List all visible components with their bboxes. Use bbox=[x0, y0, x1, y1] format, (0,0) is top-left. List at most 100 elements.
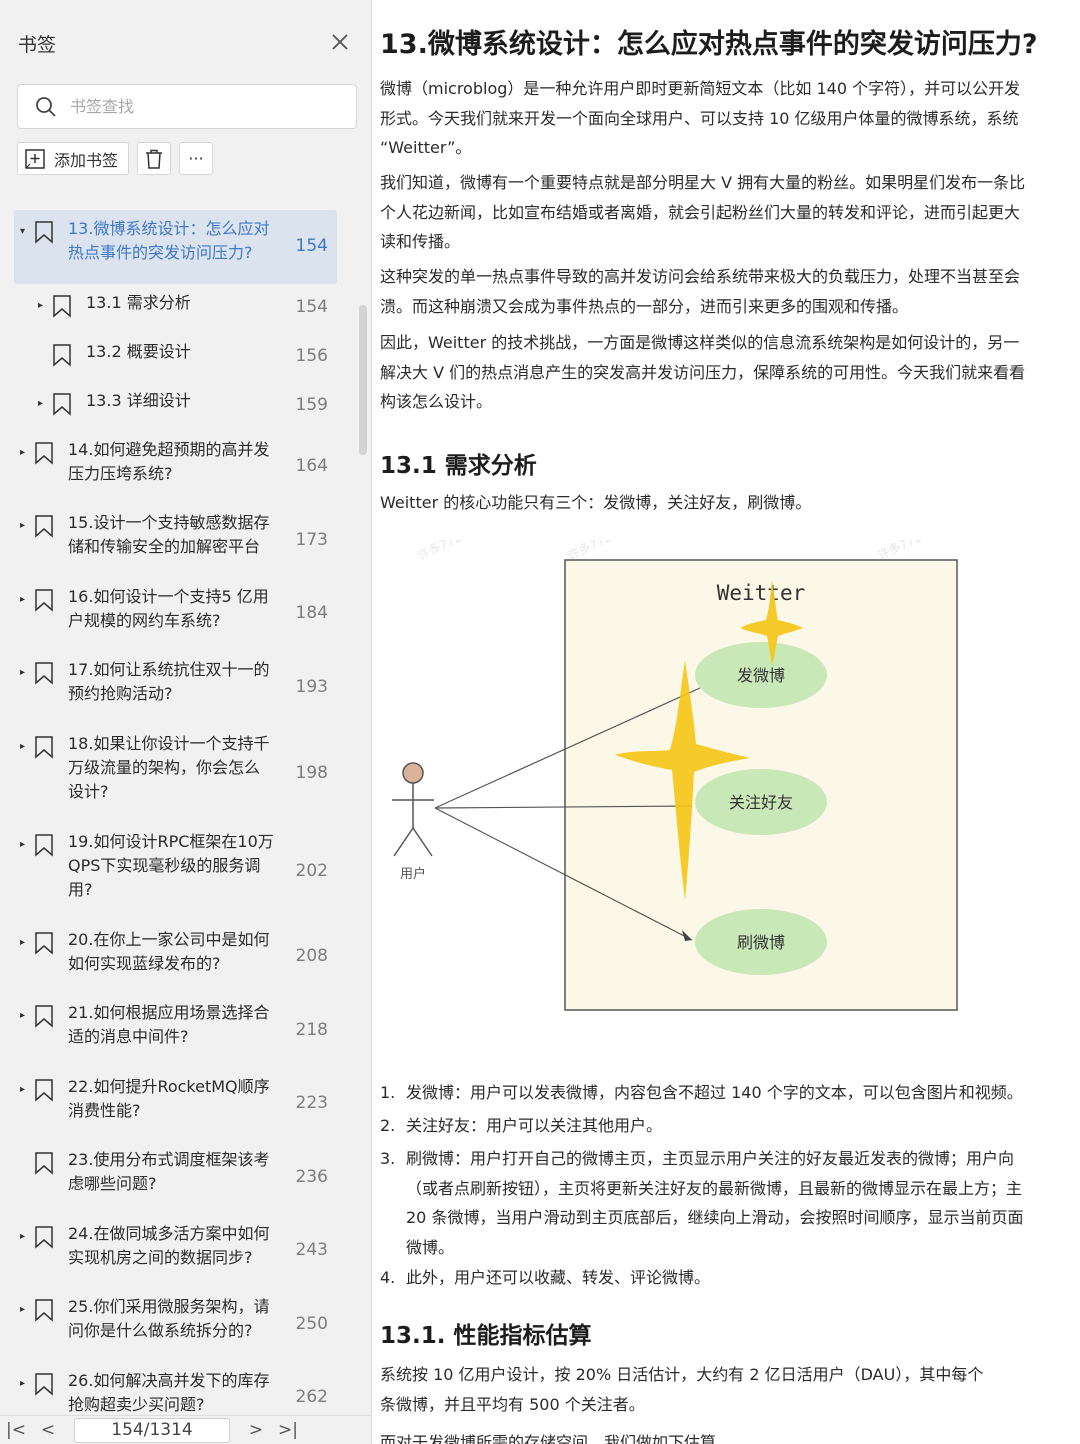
bookmark-item[interactable]: ▸ 16.如何设计一个支持5 亿用 户规模的网约车系统? 184 bbox=[0, 578, 371, 652]
expand-arrow-icon[interactable]: ▸ bbox=[20, 1378, 25, 1389]
expand-arrow-icon[interactable]: ▸ bbox=[20, 594, 25, 605]
expand-arrow-icon[interactable]: ▸ bbox=[20, 741, 25, 752]
bookmark-title: 23.使用分布式调度框架该考 虑哪些问题? bbox=[68, 1148, 288, 1196]
expand-arrow-icon[interactable]: ▸ bbox=[20, 1010, 25, 1021]
search-icon bbox=[36, 96, 56, 117]
bookmark-search-box[interactable] bbox=[17, 84, 357, 129]
text-line: （或者点刷新按钮），主页将更新关注好友的最新微博，且最新的微博显示在最上方；主 bbox=[406, 1178, 1023, 1198]
bookmark-page-number: 218 bbox=[295, 1019, 328, 1040]
bookmark-page-number: 236 bbox=[295, 1166, 328, 1187]
section-intro: Weitter 的核心功能只有三个：发微博，关注好友，刷微博。 bbox=[380, 493, 812, 512]
text-line: 构该怎么设计。 bbox=[380, 392, 493, 411]
bookmark-page-number: 198 bbox=[295, 762, 328, 783]
trash-icon bbox=[146, 149, 162, 169]
bookmark-item[interactable]: ▸ 20.在你上一家公司中是如何 如何实现蓝绿发布的? 208 bbox=[0, 921, 371, 995]
expand-arrow-icon[interactable]: ▸ bbox=[38, 398, 43, 409]
bookmark-title-line: 储和传输安全的加解密平台 bbox=[68, 537, 261, 556]
bookmark-item[interactable]: ▾ 13.微博系统设计：怎么应对 热点事件的突发访问压力? 154 bbox=[0, 210, 371, 284]
last-page-button[interactable]: >| bbox=[272, 1420, 304, 1440]
bookmark-title-line: 23.使用分布式调度框架该考 bbox=[68, 1150, 270, 1169]
next-page-button[interactable]: > bbox=[240, 1420, 272, 1440]
bookmark-item[interactable]: ▸ 13.3 详细设计 159 bbox=[0, 382, 371, 431]
bookmark-title-line: 16.如何设计一个支持5 亿用 bbox=[68, 586, 269, 606]
bookmark-page-number: 156 bbox=[295, 346, 328, 366]
bookmark-icon bbox=[35, 441, 53, 465]
first-page-button[interactable]: |< bbox=[0, 1420, 32, 1440]
bookmark-icon bbox=[35, 221, 53, 244]
use-case-diagram: 许多772 许多772 许多772 许多772 Weitter 发微博 关注好友… bbox=[392, 540, 958, 1011]
close-icon[interactable] bbox=[328, 30, 352, 54]
expand-arrow-icon[interactable]: ▸ bbox=[20, 1304, 25, 1315]
expand-arrow-icon[interactable]: ▸ bbox=[20, 839, 25, 850]
bookmark-item[interactable]: ▸ 25.你们采用微服务架构，请 问你是什么做系统拆分的? 250 bbox=[0, 1288, 371, 1362]
bookmark-page-number: 243 bbox=[295, 1240, 328, 1261]
bookmark-title-line: 13.3 详细设计 bbox=[86, 390, 191, 410]
bookmark-icon bbox=[35, 1005, 53, 1028]
bookmark-item[interactable]: ▸ 24.在做同城多活方案中如何 实现机房之间的数据同步? 243 bbox=[0, 1215, 371, 1289]
bookmark-title-line: 消费性能? bbox=[68, 1100, 141, 1120]
bookmark-title-line: 虑哪些问题? bbox=[68, 1174, 157, 1193]
collapse-arrow-icon[interactable]: ▾ bbox=[20, 226, 25, 237]
bookmark-icon bbox=[35, 1225, 53, 1249]
bookmark-title: 13.微博系统设计：怎么应对 热点事件的突发访问压力? bbox=[68, 217, 288, 265]
bookmark-title-line: 如何实现蓝绿发布的? bbox=[68, 953, 221, 973]
bookmark-page-number: 250 bbox=[295, 1313, 328, 1334]
expand-arrow-icon[interactable]: ▸ bbox=[20, 520, 25, 531]
bookmark-item[interactable]: 13.2 概要设计 156 bbox=[0, 333, 371, 382]
sidebar-title: 书签 bbox=[18, 34, 57, 56]
bookmark-page-number: 164 bbox=[295, 456, 328, 477]
bookmark-search-input[interactable] bbox=[70, 97, 330, 116]
bookmark-page-number: 223 bbox=[295, 1093, 328, 1114]
more-options-button[interactable]: ··· bbox=[179, 142, 213, 175]
bookmark-item[interactable]: ▸ 21.如何根据应用场景选择合 适的消息中间件? 218 bbox=[0, 994, 371, 1068]
bookmark-page-number: 208 bbox=[295, 946, 328, 967]
bookmark-item[interactable]: ▸ 13.1 需求分析 154 bbox=[0, 284, 371, 333]
expand-arrow-icon[interactable]: ▸ bbox=[20, 937, 25, 948]
bookmark-icon bbox=[53, 294, 71, 318]
prev-page-button[interactable]: < bbox=[32, 1420, 64, 1440]
text-line: 系统按 10 亿用户设计，按 20% 日活估计，大约有 2 亿日活用户（DAU）… bbox=[380, 1365, 984, 1384]
text-line: 溃。而这种崩溃又会成为事件热点的一部分，进而引来更多的围观和传播。 bbox=[380, 296, 909, 316]
list-text: 关注好友：用户可以关注其他用户。 bbox=[406, 1116, 663, 1135]
expand-arrow-icon[interactable]: ▸ bbox=[20, 667, 25, 678]
cut-off-line: 而对于发微博所需的存储空间，我们做如下估算 bbox=[380, 1433, 717, 1444]
bookmark-title: 13.1 需求分析 bbox=[86, 291, 306, 315]
add-bookmark-button[interactable]: 添加书签 bbox=[17, 142, 129, 175]
bookmark-page-number: 159 bbox=[295, 395, 328, 415]
bookmark-page-number: 173 bbox=[295, 529, 328, 550]
delete-bookmark-button[interactable] bbox=[137, 142, 171, 175]
bookmark-item[interactable]: ▸ 14.如何避免超预期的高并发 压力压垮系统? 164 bbox=[0, 431, 371, 505]
bookmark-item[interactable]: 23.使用分布式调度框架该考 虑哪些问题? 236 bbox=[0, 1141, 371, 1215]
bookmark-title-line: 25.你们采用微服务架构，请 bbox=[68, 1297, 270, 1316]
expand-arrow-icon[interactable]: ▸ bbox=[20, 447, 25, 458]
bookmark-item[interactable]: ▸ 17.如何让系统抗住双十一的 预约抢购活动? 193 bbox=[0, 651, 371, 725]
bookmark-title: 17.如何让系统抗住双十一的 预约抢购活动? bbox=[68, 658, 288, 706]
bookmark-item[interactable]: ▸ 18.如果让你设计一个支持千 万级流量的架构，你会怎么 设计? 198 bbox=[0, 725, 371, 823]
bookmark-title-line: 实现机房之间的数据同步? bbox=[68, 1247, 253, 1267]
bookmark-title-line: QPS下实现毫秒级的服务调 bbox=[68, 855, 261, 875]
bookmark-title-line: 13.1 需求分析 bbox=[86, 292, 191, 312]
bookmark-title: 21.如何根据应用场景选择合 适的消息中间件? bbox=[68, 1001, 288, 1049]
bookmark-title-line: 用? bbox=[68, 879, 93, 899]
sidebar-scrollbar[interactable] bbox=[359, 305, 367, 455]
bookmark-title-line: 户规模的网约车系统? bbox=[68, 610, 221, 630]
bookmark-item[interactable]: ▸ 15.设计一个支持敏感数据存 储和传输安全的加解密平台 173 bbox=[0, 504, 371, 578]
page-number-input[interactable]: 154/1314 bbox=[74, 1417, 230, 1443]
expand-arrow-icon[interactable]: ▸ bbox=[38, 300, 43, 311]
expand-arrow-icon[interactable]: ▸ bbox=[20, 1084, 25, 1095]
bookmark-page-number: 154 bbox=[295, 235, 328, 256]
expand-arrow-icon[interactable]: ▸ bbox=[20, 1231, 25, 1242]
bookmark-title: 13.2 概要设计 bbox=[86, 340, 306, 364]
bookmark-item[interactable]: ▸ 19.如何设计RPC框架在10万 QPS下实现毫秒级的服务调 用? 202 bbox=[0, 823, 371, 921]
page-navigator: |< < 154/1314 > >| bbox=[0, 1415, 371, 1444]
bookmark-page-number: 184 bbox=[295, 603, 328, 624]
bookmark-icon bbox=[35, 1299, 53, 1322]
list-text: 此外，用户还可以收藏、转发、评论微博。 bbox=[406, 1268, 711, 1287]
bookmark-item[interactable]: ▸ 22.如何提升RocketMQ顺序 消费性能? 223 bbox=[0, 1068, 371, 1142]
bookmark-page-number: 154 bbox=[295, 297, 328, 317]
bookmark-sidebar: 书签 添加书签 ··· ▾13.微博系统设计：怎么应对热点事件的突发访问压 bbox=[0, 0, 372, 1444]
bookmark-title-line: 15.设计一个支持敏感数据存 bbox=[68, 513, 270, 532]
paragraph: 这种突发的单一热点事件导致的高并发访问会给系统带来极大的负载压力，处理不当甚至会… bbox=[380, 262, 1080, 321]
text-line: 读和传播。 bbox=[380, 232, 461, 251]
bookmark-title-line: 24.在做同城多活方案中如何 bbox=[68, 1223, 270, 1243]
